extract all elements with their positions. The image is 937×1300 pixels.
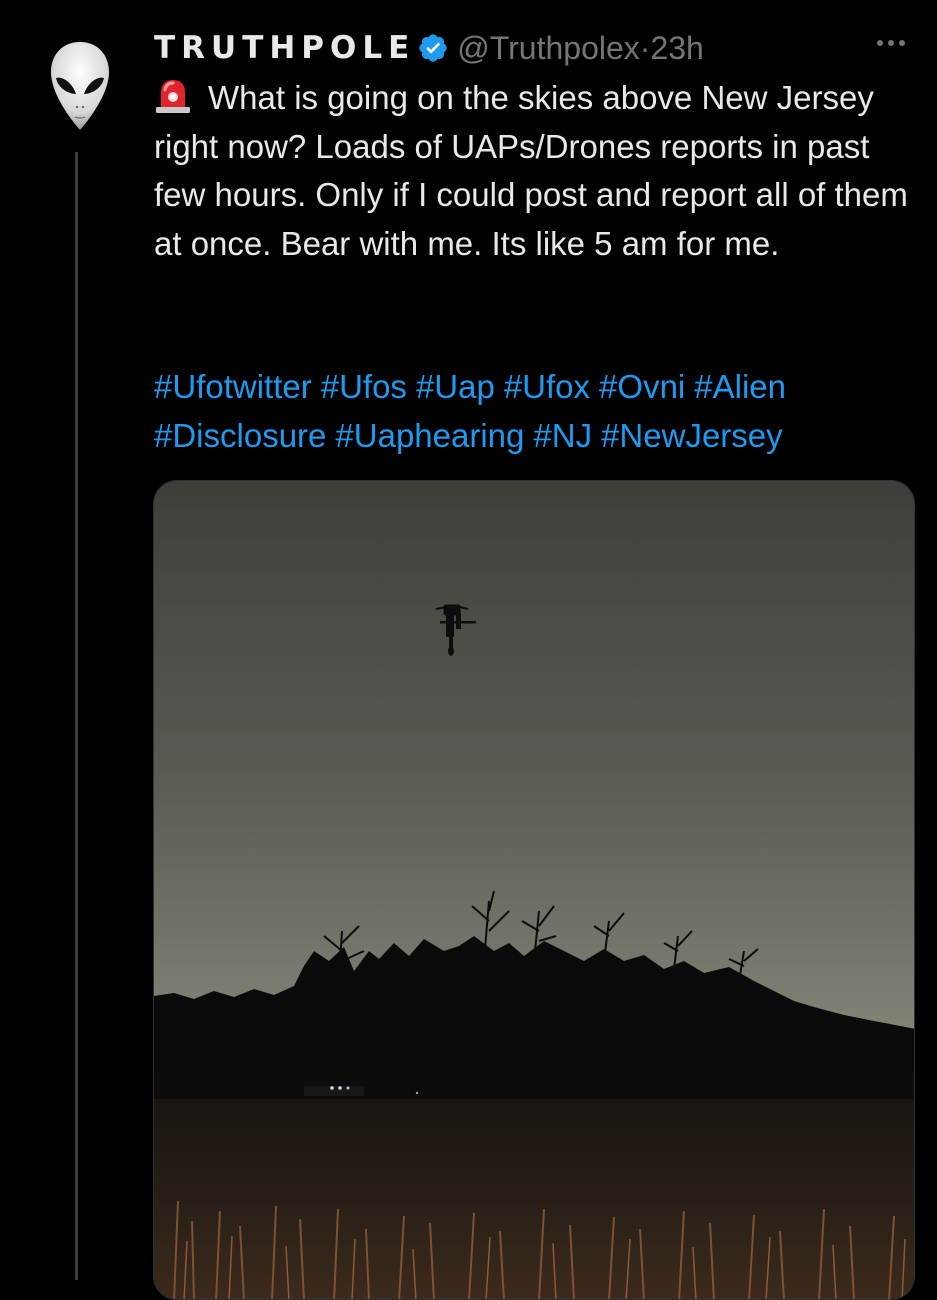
display-name[interactable]: TRUTHPOLE xyxy=(154,30,415,66)
meta-separator: · xyxy=(639,29,651,66)
hashtag-link[interactable]: #Ufotwitter xyxy=(154,368,312,405)
hashtag-link[interactable]: #NJ xyxy=(533,417,592,454)
hashtag-link[interactable]: #Ovni xyxy=(599,368,685,405)
tweet-text: What is going on the skies above New Jer… xyxy=(154,74,924,268)
verified-badge-icon xyxy=(419,34,447,62)
hashtag-link[interactable]: #Uap xyxy=(416,368,495,405)
hashtag-list: #Ufotwitter #Ufos #Uap #Ufox #Ovni #Alien #Di… xyxy=(154,363,929,460)
tweet-header: TRUTHPOLE @Truthpolex · 23h xyxy=(154,26,704,70)
night-sky-drone-photo xyxy=(154,481,914,1299)
timestamp[interactable]: 23h xyxy=(650,30,703,67)
hashtag-link[interactable]: #Disclosure xyxy=(154,417,326,454)
hashtag-link[interactable]: #Alien xyxy=(694,368,786,405)
thread-connector-line xyxy=(75,152,78,1280)
siren-emoji-icon xyxy=(156,80,190,113)
avatar-alien-icon[interactable] xyxy=(48,40,112,132)
tweet-body: What is going on the skies above New Jer… xyxy=(154,79,908,262)
hashtag-link[interactable]: #Ufox xyxy=(504,368,590,405)
hashtag-link[interactable]: #Uaphearing xyxy=(335,417,524,454)
hashtag-link[interactable]: #NewJersey xyxy=(601,417,783,454)
user-handle[interactable]: @Truthpolex xyxy=(457,30,639,67)
more-options-icon[interactable] xyxy=(871,28,911,58)
tweet-media-photo[interactable] xyxy=(153,480,915,1300)
hashtag-link[interactable]: #Ufos xyxy=(321,368,407,405)
